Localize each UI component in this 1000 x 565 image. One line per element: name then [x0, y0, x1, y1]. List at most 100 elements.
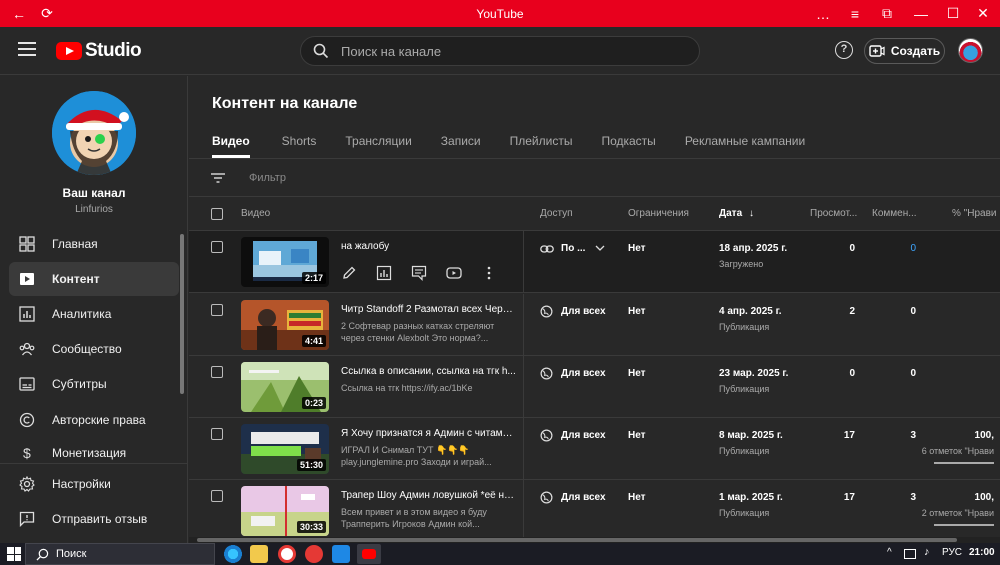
- visibility-value[interactable]: Для всех: [561, 492, 606, 503]
- visibility-value[interactable]: Для всех: [561, 306, 606, 317]
- sidebar-item-dashboard[interactable]: Главная: [9, 227, 179, 261]
- sidebar-item-label: Отправить отзыв: [52, 512, 148, 526]
- network-icon[interactable]: [904, 549, 916, 559]
- volume-icon[interactable]: ♪: [924, 546, 930, 558]
- maximize-icon[interactable]: ☐: [938, 0, 968, 27]
- sidebar-item-copyright[interactable]: Авторские права: [9, 403, 179, 437]
- sidebar-item-label: Сообщество: [52, 342, 122, 356]
- account-avatar[interactable]: [958, 38, 983, 63]
- chevron-down-icon[interactable]: [595, 244, 605, 252]
- media-player-icon[interactable]: [305, 545, 323, 563]
- sidebar-item-content[interactable]: Контент: [9, 262, 179, 296]
- video-thumbnail[interactable]: 4:41: [241, 300, 329, 350]
- visibility-value[interactable]: Для всех: [561, 430, 606, 441]
- tab-promotions[interactable]: Рекламные кампании: [685, 134, 805, 158]
- create-button[interactable]: Создать: [864, 38, 945, 64]
- date-status: Публикация: [719, 508, 770, 518]
- video-thumbnail[interactable]: 0:23: [241, 362, 329, 412]
- column-views[interactable]: Просмот...: [810, 208, 857, 219]
- table-row[interactable]: 4:41 Читр Standoff 2 Размотал всех Чере.…: [189, 294, 1000, 356]
- sidebar-item-feedback[interactable]: Отправить отзыв: [9, 502, 179, 536]
- column-date[interactable]: Дата ↓: [719, 208, 754, 219]
- select-all-checkbox[interactable]: [211, 208, 223, 220]
- column-likes[interactable]: % "Нрави: [952, 208, 996, 219]
- table-row[interactable]: 0:23 Ссылка в описании, ссылка на тгк h.…: [189, 356, 1000, 418]
- taskbar-search[interactable]: Поиск: [25, 543, 215, 565]
- filter-icon[interactable]: [211, 173, 225, 183]
- help-icon[interactable]: ?: [835, 41, 853, 59]
- tab-shorts[interactable]: Shorts: [282, 134, 317, 158]
- visibility-dropdown[interactable]: По ...: [561, 243, 585, 254]
- comments-value: 3: [910, 492, 916, 503]
- sidebar-item-subtitles[interactable]: Субтитры: [9, 367, 179, 401]
- analytics-icon[interactable]: [376, 265, 392, 281]
- tab-live[interactable]: Трансляции: [345, 134, 411, 158]
- table-row[interactable]: 30:33 Трапер Шоу Админ ловушкой *её ни..…: [189, 480, 1000, 542]
- channel-name: Ваш канал: [62, 186, 126, 200]
- channel-avatar[interactable]: [52, 91, 136, 175]
- video-title[interactable]: Ссылка в описании, ссылка на тгк h...: [341, 366, 516, 377]
- table-row[interactable]: 2:17 на жалобу По ... Нет 18 апр. 2025 г…: [189, 231, 1000, 293]
- row-checkbox[interactable]: [211, 304, 223, 316]
- video-duration: 4:41: [301, 335, 326, 347]
- close-icon[interactable]: ✕: [968, 0, 998, 27]
- sidebar-item-community[interactable]: Сообщество: [9, 332, 179, 366]
- video-title[interactable]: Трапер Шоу Админ ловушкой *её ни...: [341, 490, 516, 501]
- file-explorer-icon[interactable]: [250, 545, 268, 563]
- yandex-browser-icon[interactable]: [278, 545, 296, 563]
- table-row[interactable]: 51:30 Я Хочу признатся я Админ с читами.…: [189, 418, 1000, 480]
- tab-videos[interactable]: Видео: [212, 134, 250, 158]
- channel-handle: Linfurios: [75, 204, 113, 215]
- video-thumbnail[interactable]: 2:17: [241, 237, 329, 287]
- sidebar-scrollbar[interactable]: [180, 234, 184, 394]
- column-access[interactable]: Доступ: [540, 208, 573, 219]
- sidebar-item-settings[interactable]: Настройки: [9, 467, 179, 501]
- row-checkbox[interactable]: [211, 428, 223, 440]
- edit-pencil-icon[interactable]: [341, 265, 357, 281]
- video-thumbnail[interactable]: 30:33: [241, 486, 329, 536]
- row-checkbox[interactable]: [211, 241, 223, 253]
- sidebar-item-monetization[interactable]: $ Монетизация: [9, 438, 179, 460]
- sidebar-item-analytics[interactable]: Аналитика: [9, 297, 179, 331]
- copyright-icon: [19, 412, 35, 428]
- tab-podcasts[interactable]: Подкасты: [601, 134, 655, 158]
- video-title[interactable]: на жалобу: [341, 241, 516, 252]
- search-icon[interactable]: [313, 43, 329, 59]
- comments-icon[interactable]: [411, 265, 427, 281]
- minimize-icon[interactable]: —: [906, 0, 936, 27]
- more-options-icon[interactable]: [481, 265, 497, 281]
- tab-recordings[interactable]: Записи: [441, 134, 481, 158]
- video-title[interactable]: Читр Standoff 2 Размотал всех Чере...: [341, 304, 516, 315]
- youtube-taskbar-icon[interactable]: [357, 544, 381, 564]
- extensions-icon[interactable]: ⧉: [872, 0, 902, 27]
- clock[interactable]: 21:00: [969, 547, 995, 558]
- video-title[interactable]: Я Хочу признатся я Админ с читами...: [341, 428, 516, 439]
- windows-start-icon[interactable]: [7, 547, 21, 561]
- studio-logo[interactable]: Studio: [56, 40, 142, 62]
- video-thumbnail[interactable]: 51:30: [241, 424, 329, 474]
- visibility-value[interactable]: Для всех: [561, 368, 606, 379]
- scrollbar-thumb[interactable]: [197, 538, 957, 542]
- tab-playlists[interactable]: Плейлисты: [510, 134, 573, 158]
- edge-browser-icon[interactable]: [224, 545, 242, 563]
- hamburger-menu-icon[interactable]: [18, 42, 36, 56]
- language-indicator[interactable]: РУС: [942, 547, 962, 558]
- column-comments[interactable]: Коммен...: [872, 208, 917, 219]
- video-duration: 30:33: [296, 521, 326, 533]
- menu-icon[interactable]: ≡: [840, 0, 870, 27]
- restrictions-value: Нет: [628, 368, 646, 379]
- filter-input[interactable]: Фильтр: [249, 172, 286, 184]
- filter-bar[interactable]: Фильтр: [211, 172, 286, 184]
- windows-taskbar: Поиск ^ ♪ РУС 21:00: [0, 543, 1000, 565]
- search-icon: [36, 548, 49, 561]
- comments-value[interactable]: 0: [869, 243, 916, 254]
- column-restrictions[interactable]: Ограничения: [628, 208, 689, 219]
- youtube-view-icon[interactable]: [446, 265, 462, 281]
- store-icon[interactable]: [332, 545, 350, 563]
- search-input[interactable]: [341, 43, 671, 59]
- globe-icon: [540, 429, 553, 442]
- row-checkbox[interactable]: [211, 366, 223, 378]
- row-checkbox[interactable]: [211, 490, 223, 502]
- more-icon[interactable]: …: [808, 0, 838, 27]
- tray-chevron-up-icon[interactable]: ^: [887, 547, 892, 558]
